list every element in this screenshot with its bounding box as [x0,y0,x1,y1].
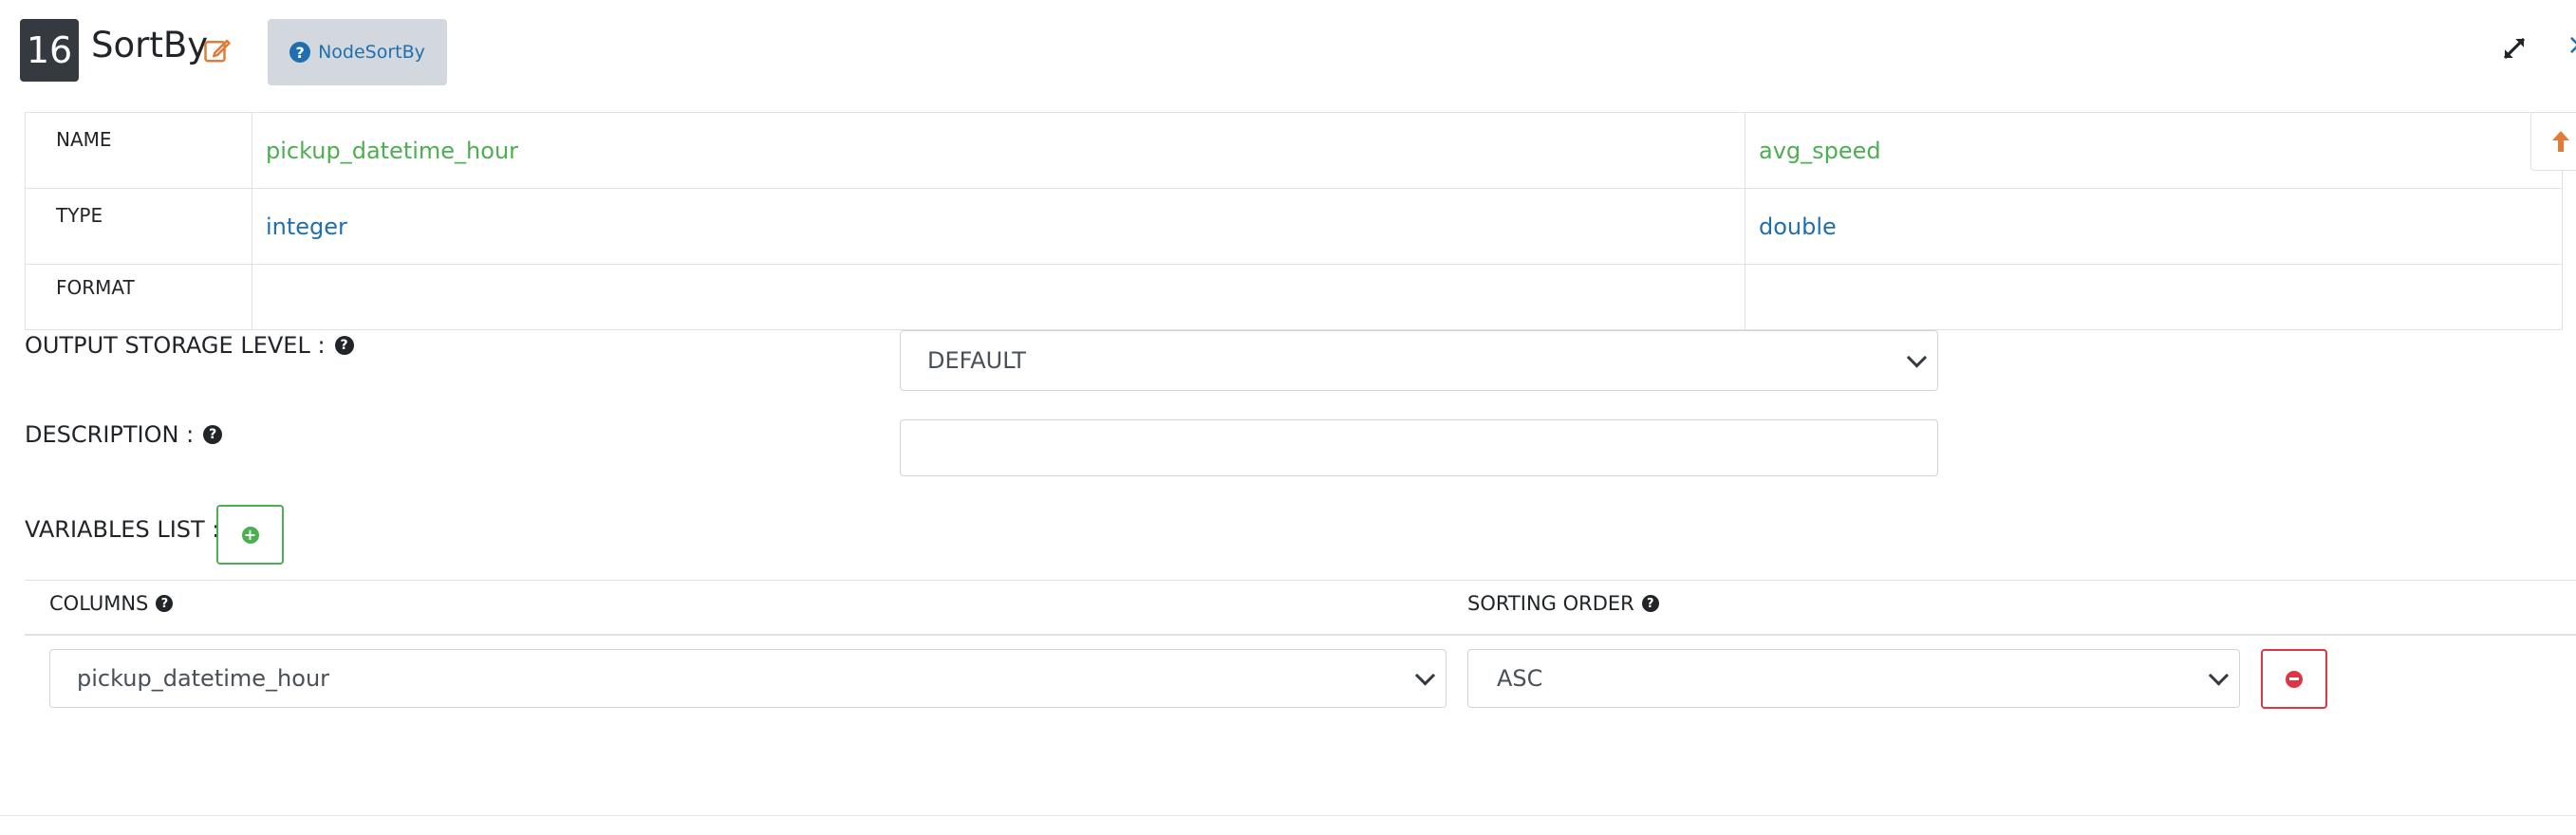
columns-header-text: COLUMNS [49,592,149,615]
question-circle-icon[interactable]: ? [1641,595,1659,612]
divider [0,815,2576,816]
sorting-order-select[interactable]: ASC [1467,649,2240,708]
plus-circle-icon: + [241,526,259,544]
add-variable-button[interactable]: + [216,505,284,565]
arrow-up-icon [2552,131,2569,152]
description-label-text: DESCRIPTION : [25,421,195,448]
storage-level-label: OUTPUT STORAGE LEVEL : ? [25,332,354,359]
scroll-up-button[interactable] [2530,112,2576,171]
storage-level-value: DEFAULT [927,347,1026,374]
schema-column-type: double [1759,213,1837,240]
schema-row-label-name: NAME [25,112,252,189]
column-select-value: pickup_datetime_hour [77,665,330,692]
close-icon[interactable]: × [2567,28,2576,57]
question-circle-icon[interactable]: ? [156,595,174,612]
description-label: DESCRIPTION : ? [25,421,223,448]
schema-column-type: integer [266,213,347,240]
node-title: SortBy [91,25,209,65]
question-circle-icon: ? [289,42,311,63]
variables-list-label: VARIABLES LIST : [25,516,219,543]
chevron-down-icon [1906,347,1928,368]
sorting-order-header: SORTING ORDER ? [1467,592,1659,615]
question-circle-icon[interactable]: ? [334,336,354,355]
column-select[interactable]: pickup_datetime_hour [49,649,1447,708]
description-input[interactable] [900,419,1938,476]
storage-level-select[interactable]: DEFAULT [900,330,1938,391]
schema-row-label-format: FORMAT [25,264,252,330]
schema-column-name: avg_speed [1759,137,1881,164]
sorting-order-value: ASC [1497,665,1543,692]
expand-arrows-icon[interactable] [2500,34,2529,63]
storage-level-label-text: OUTPUT STORAGE LEVEL : [25,332,326,359]
schema-row-label-type: TYPE [25,188,252,265]
question-circle-icon[interactable]: ? [203,425,223,444]
schema-column-name: pickup_datetime_hour [266,137,519,164]
variables-list-label-text: VARIABLES LIST : [25,516,220,543]
node-help-label: NodeSortBy [318,42,425,63]
node-number-badge: 16 [20,19,79,82]
sorting-order-header-text: SORTING ORDER [1467,592,1634,615]
chevron-down-icon [2208,665,2230,686]
divider [25,634,2576,636]
chevron-down-icon [1414,665,1436,686]
node-help-button[interactable]: ? NodeSortBy [268,19,447,85]
columns-header: COLUMNS ? [49,592,174,615]
remove-variable-button[interactable] [2261,649,2327,709]
minus-circle-icon [2286,670,2303,688]
pencil-square-icon[interactable] [203,36,232,65]
divider [25,580,2576,581]
schema-table: NAME pickup_datetime_hour avg_speed TYPE… [25,112,2563,330]
